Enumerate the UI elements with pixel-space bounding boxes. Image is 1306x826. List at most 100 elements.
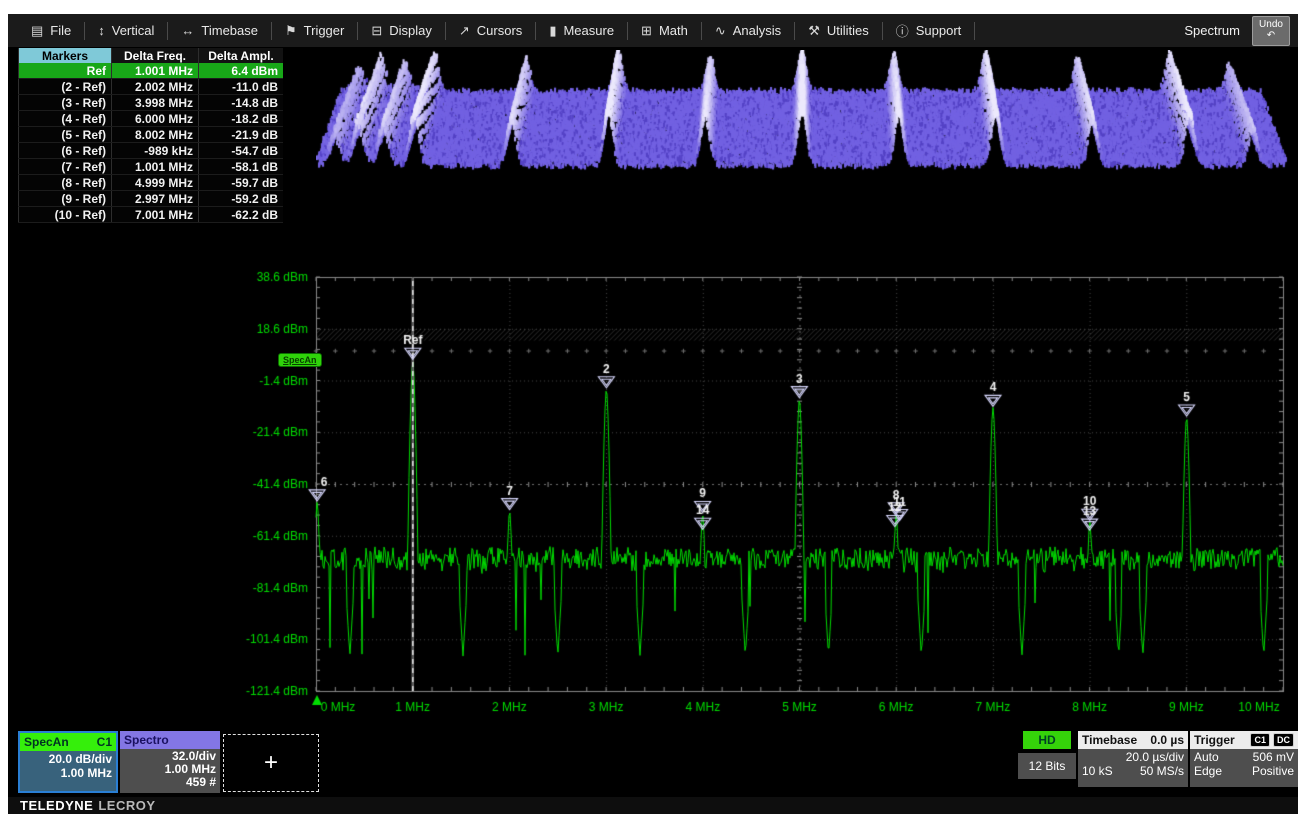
marker-table-cell: 2.997 MHz [112,191,199,207]
spectro-descriptor-box[interactable]: Spectro 32.0/div 1.00 MHz 459 # [120,731,220,793]
marker-table-row[interactable]: (9 - Ref)2.997 MHz-59.2 dB [19,191,284,207]
menubar-right: Spectrum Undo ↶ [1184,16,1298,46]
marker-table-cell: 1.001 MHz [112,63,199,79]
marker-table-cell: -11.0 dB [199,79,284,95]
app-window: ▤File↕Vertical ↔ Timebase ⚑ Trigger ⊟ Display ↗… [8,14,1298,814]
marker-table-cell: 4.999 MHz [112,175,199,191]
hd-status-box[interactable]: HD 12 Bits [1018,731,1076,791]
specan-trace-badge[interactable]: SpecAn [278,353,322,367]
add-trace-button[interactable]: + [223,734,319,792]
measure-icon: ▮ [549,23,556,39]
trigger-slope: Positive [1252,764,1294,778]
marker-table-row[interactable]: (5 - Ref)8.002 MHz-21.9 dB [19,127,284,143]
spectrogram-3d-canvas[interactable] [316,50,1288,202]
menu-item-support[interactable]: ⓘSupport [883,14,975,47]
menu-item-label: Timebase [201,23,258,38]
marker-table-cell: 6.4 dBm [199,63,284,79]
marker-table-cell: (8 - Ref) [19,175,112,191]
marker-table-cell: (7 - Ref) [19,159,112,175]
menu-item-label: Display [389,23,432,38]
specan-span: 1.00 MHz [24,766,112,780]
menu-item-label: Measure [563,23,614,38]
undo-icon: ↶ [1267,31,1275,42]
menu-item-cursors[interactable]: ↗Cursors [446,14,535,47]
marker-table-cell: -59.7 dB [199,175,284,191]
delta-freq-header-cell: Delta Freq. [112,48,199,63]
marker-table-cell: (9 - Ref) [19,191,112,207]
trigger-descriptor-box[interactable]: Trigger C1 DC Auto 506 mV Edge Positive [1190,731,1298,787]
marker-table-cell: -62.2 dB [199,207,284,223]
trigger-icon: ⚑ [285,23,297,39]
marker-table-cell: -989 kHz [112,143,199,159]
trigger-title: Trigger [1194,733,1235,747]
timebase-rate: 50 MS/s [1140,764,1184,778]
timebase-icon: ↔ [181,23,194,38]
menu-item-trigger[interactable]: ⚑ Trigger [272,14,357,47]
marker-table-cell: (10 - Ref) [19,207,112,223]
menu-item-measure[interactable]: ▮ Measure [536,14,627,47]
menu-item-analysis[interactable]: ∿ Analysis [702,14,794,47]
markers-header-cell: Markers [19,48,112,63]
marker-table-row[interactable]: (8 - Ref)4.999 MHz-59.7 dB [19,175,284,191]
marker-table-row[interactable]: (10 - Ref)7.001 MHz-62.2 dB [19,207,284,223]
menu-item-display[interactable]: ⊟ Display [358,14,445,47]
trigger-type: Edge [1194,764,1222,778]
analysis-icon: ∿ [715,23,726,39]
menu-item-math[interactable]: ⊞ Math [628,14,701,47]
marker-table-cell: -58.1 dB [199,159,284,175]
support-icon: ⓘ [896,21,909,40]
menu-item-label: File [50,23,71,38]
marker-table-cell: -59.2 dB [199,191,284,207]
timebase-samples: 10 kS [1082,764,1113,778]
trigger-mode: Auto [1194,750,1219,764]
marker-table-cell: 3.998 MHz [112,95,199,111]
menu-item-utilities[interactable]: ⚒ Utilities [795,14,882,47]
marker-table-row[interactable]: (2 - Ref)2.002 MHz-11.0 dB [19,79,284,95]
menu-item-label: Trigger [304,23,345,38]
undo-label: Undo [1259,20,1283,31]
menu-separator [974,22,975,40]
mode-label: Spectrum [1184,23,1240,38]
spectrum-plot-canvas[interactable] [240,262,1296,714]
marker-table-cell: (5 - Ref) [19,127,112,143]
menu-item-file[interactable]: ▤File [18,14,84,47]
marker-table-cell: 7.001 MHz [112,207,199,223]
trigger-source-badge: C1 [1250,733,1270,747]
math-icon: ⊞ [641,23,652,39]
marker-table-cell: Ref [19,63,112,79]
menu-item-vertical[interactable]: ↕Vertical [85,14,167,47]
timebase-descriptor-box[interactable]: Timebase 0.0 µs 20.0 µs/div 10 kS 50 MS/… [1078,731,1188,787]
marker-table-cell: 2.002 MHz [112,79,199,95]
marker-table-cell: (2 - Ref) [19,79,112,95]
marker-table-row[interactable]: (4 - Ref)6.000 MHz-18.2 dB [19,111,284,127]
timebase-scale: 20.0 µs/div [1082,750,1184,764]
menu-item-label: Utilities [827,23,869,38]
menu-bar: ▤File↕Vertical ↔ Timebase ⚑ Trigger ⊟ Display ↗… [8,14,1298,47]
marker-table-row[interactable]: Ref1.001 MHz6.4 dBm [19,63,284,79]
marker-table-cell: 6.000 MHz [112,111,199,127]
marker-table-row[interactable]: (7 - Ref)1.001 MHz-58.1 dB [19,159,284,175]
markers-table[interactable]: Markers Delta Freq. Delta Ampl. Ref1.001… [18,48,283,223]
display-icon: ⊟ [371,23,382,39]
trigger-level: 506 mV [1253,750,1294,764]
menu-item-label: Cursors [477,23,523,38]
menu-item-label: Analysis [733,23,781,38]
specan-scale: 20.0 dB/div [24,752,112,766]
marker-table-cell: -18.2 dB [199,111,284,127]
delta-ampl-header-cell: Delta Ampl. [199,48,284,63]
menu-item-timebase[interactable]: ↔ Timebase [168,14,271,47]
menu-item-label: Math [659,23,688,38]
timebase-title: Timebase [1082,733,1137,747]
specan-channel: C1 [97,735,112,749]
marker-table-cell: -21.9 dB [199,127,284,143]
add-icon: + [264,749,278,777]
marker-table-cell: (3 - Ref) [19,95,112,111]
hd-badge: HD [1023,731,1071,749]
timebase-offset: 0.0 µs [1150,733,1184,747]
bits-label: 12 Bits [1018,753,1076,779]
marker-table-row[interactable]: (6 - Ref)-989 kHz-54.7 dB [19,143,284,159]
marker-table-row[interactable]: (3 - Ref)3.998 MHz-14.8 dB [19,95,284,111]
undo-button[interactable]: Undo ↶ [1252,16,1290,46]
utilities-icon: ⚒ [808,23,820,39]
specan-descriptor-box[interactable]: SpecAn C1 20.0 dB/div 1.00 MHz [18,731,118,793]
